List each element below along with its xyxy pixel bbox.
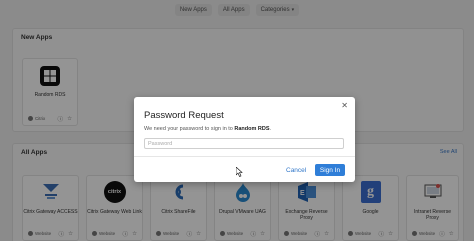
sign-in-button[interactable]: Sign In [315, 164, 345, 176]
password-request-dialog: Password Request ✕ We need your password… [134, 97, 355, 182]
dialog-title: Password Request [144, 110, 224, 121]
dialog-message: We need your password to sign in to Rand… [144, 126, 271, 132]
close-icon[interactable]: ✕ [341, 101, 348, 110]
dialog-divider [134, 156, 355, 157]
cancel-button[interactable]: Cancel [286, 167, 306, 174]
password-field[interactable] [144, 138, 344, 149]
dialog-message-app-name: Random RDS [234, 126, 270, 132]
mouse-cursor-icon [235, 164, 243, 182]
dialog-message-suffix: . [269, 126, 272, 132]
dialog-message-text: We need your password to sign in to [144, 126, 233, 132]
